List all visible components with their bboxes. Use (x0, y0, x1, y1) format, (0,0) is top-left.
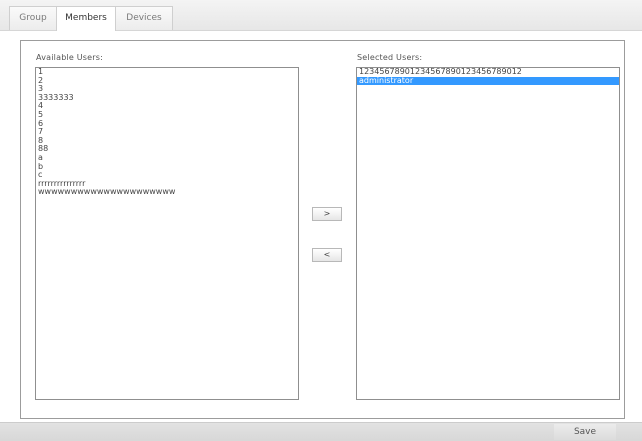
tab-bar: Group Members Devices (0, 0, 642, 31)
remove-user-button[interactable]: < (312, 248, 342, 262)
list-item[interactable]: a (36, 154, 298, 163)
tab-group[interactable]: Group (9, 6, 57, 30)
members-dialog: Group Members Devices Available Users: 1… (0, 0, 642, 441)
list-item[interactable]: c (36, 171, 298, 180)
available-users-label: Available Users: (36, 53, 104, 62)
available-users-list[interactable]: 1 2 3 3333333 4 5 6 7 8 88 a b c rrrrrrrrrrrrrrr wwwww… (35, 67, 299, 400)
list-item[interactable]: 1 (36, 68, 298, 77)
list-item[interactable]: 3 (36, 85, 298, 94)
list-item[interactable]: 3333333 (36, 94, 298, 103)
list-item[interactable]: 88 (36, 145, 298, 154)
bottom-bar: Save (0, 422, 642, 441)
list-item[interactable]: b (36, 163, 298, 172)
list-item[interactable]: 4 (36, 102, 298, 111)
add-user-button[interactable]: > (312, 207, 342, 221)
list-item[interactable]: 5 (36, 111, 298, 120)
list-item[interactable]: administrator (357, 76, 619, 86)
list-item[interactable]: rrrrrrrrrrrrrrr (36, 180, 298, 189)
members-panel: Available Users: 1 2 3 3333333 4 5 6 7 8 88 a b c rrr… (20, 40, 625, 419)
list-item[interactable]: 6 (36, 120, 298, 129)
tab-members[interactable]: Members (56, 6, 116, 31)
tab-devices[interactable]: Devices (115, 6, 173, 30)
list-item[interactable]: wwwwwwwwwwwwwwwwwwwww (36, 188, 298, 197)
list-item[interactable]: 8 (36, 137, 298, 146)
selected-users-label: Selected Users: (357, 53, 423, 62)
save-button[interactable]: Save (554, 424, 616, 440)
list-item[interactable]: 2 (36, 77, 298, 86)
list-item[interactable]: 7 (36, 128, 298, 137)
selected-users-list[interactable]: 12345678901234567890123456789012 administ… (356, 67, 620, 400)
list-item[interactable]: 12345678901234567890123456789012 (357, 68, 619, 77)
